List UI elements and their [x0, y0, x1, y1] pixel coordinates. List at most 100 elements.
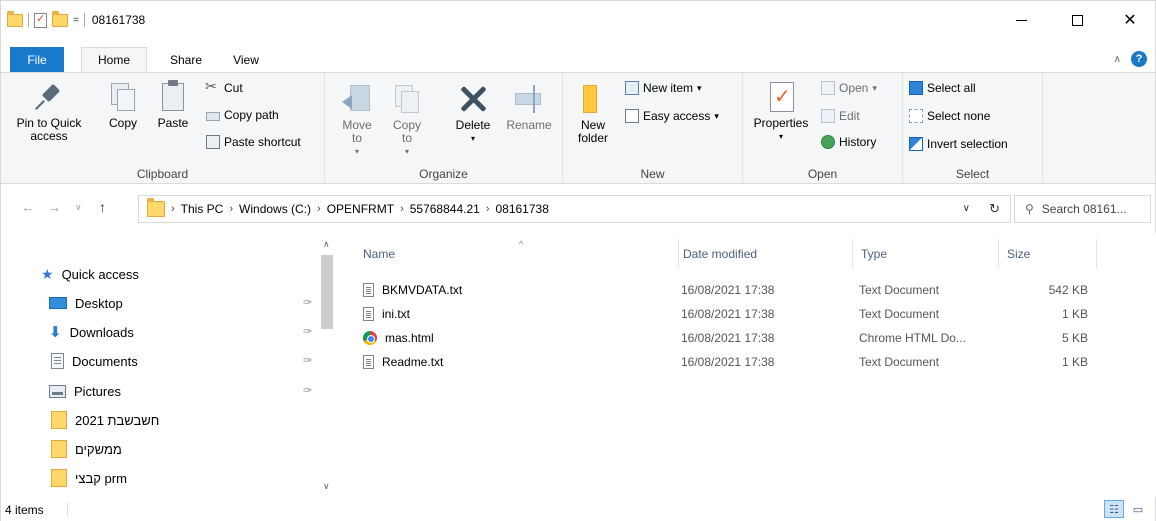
table-row[interactable]: BKMVDATA.txt 16/08/2021 17:38 Text Docum… — [361, 279, 1101, 303]
properties-qat-icon[interactable] — [34, 12, 47, 28]
maximize-button[interactable] — [1054, 1, 1100, 39]
address-dropdown-chevron-icon[interactable]: ∨ — [963, 203, 970, 214]
nav-item-pictures[interactable]: Pictures — [49, 380, 121, 402]
tab-view[interactable]: View — [223, 47, 269, 72]
file-name: BKMVDATA.txt — [382, 283, 463, 297]
file-name: ini.txt — [382, 307, 411, 321]
nav-item-folder-prm[interactable]: קבצי prm — [51, 467, 127, 489]
scroll-up-arrow-icon[interactable]: ∧ — [323, 239, 330, 250]
tab-share[interactable]: Share — [161, 47, 211, 72]
breadcrumb-separator-icon[interactable]: › — [486, 203, 490, 215]
select-none-button[interactable]: Select none — [909, 109, 990, 123]
breadcrumb-08161738[interactable]: 08161738 — [495, 202, 548, 216]
select-group-label: Select — [955, 167, 990, 181]
select-all-button[interactable]: Select all — [909, 81, 976, 95]
pin-icon[interactable]: ✑ — [303, 354, 312, 367]
file-type: Text Document — [859, 307, 940, 321]
scroll-down-arrow-icon[interactable]: ∨ — [323, 481, 330, 492]
breadcrumb-55768844-21[interactable]: 55768844.21 — [410, 202, 480, 216]
minimize-ribbon-icon[interactable]: ∧ — [1114, 54, 1121, 65]
pin-icon[interactable]: ✑ — [303, 384, 312, 397]
nav-item-desktop[interactable]: Desktop — [49, 292, 123, 314]
chevron-down-icon: ▾ — [354, 147, 359, 156]
breadcrumb-windows-c[interactable]: Windows (C:) — [239, 202, 311, 216]
minimize-button[interactable] — [998, 1, 1044, 39]
pin-icon — [35, 83, 63, 111]
cut-button[interactable]: Cut — [205, 78, 243, 95]
history-button[interactable]: History — [821, 135, 876, 149]
copy-icon — [109, 81, 137, 113]
edit-icon — [821, 109, 835, 123]
breadcrumb-openfrmt[interactable]: OPENFRMT — [327, 202, 394, 216]
search-input[interactable]: ⚲ Search 08161... — [1014, 195, 1151, 223]
pin-icon[interactable]: ✑ — [303, 325, 312, 338]
qat-customize-dropdown[interactable]: = — [73, 15, 79, 26]
breadcrumb-separator-icon[interactable]: › — [317, 203, 321, 215]
recent-locations-chevron-icon[interactable]: ∨ — [75, 202, 82, 213]
star-icon: ★ — [41, 265, 54, 282]
easy-access-button[interactable]: Easy access ▾ — [625, 109, 719, 123]
nav-item-folder-mimshakim[interactable]: ממשקים — [51, 438, 122, 460]
open-button[interactable]: Open ▾ — [821, 81, 877, 95]
properties-label: Properties — [753, 116, 809, 130]
close-button[interactable]: ✕ — [1107, 1, 1153, 39]
invert-selection-button[interactable]: Invert selection — [909, 137, 1008, 151]
large-icons-view-icon[interactable]: ▭ — [1128, 500, 1148, 518]
details-view-icon[interactable]: ☷ — [1104, 500, 1124, 518]
edit-button[interactable]: Edit — [821, 109, 860, 123]
new-item-button[interactable]: New item ▾ — [625, 81, 702, 95]
rename-button[interactable]: Rename — [501, 83, 557, 132]
tab-home[interactable]: Home — [81, 47, 147, 72]
up-arrow-icon[interactable]: ↑ — [99, 199, 106, 215]
paste-button[interactable]: Paste — [153, 79, 193, 130]
copy-button[interactable]: Copy — [103, 81, 143, 130]
breadcrumb-separator-icon[interactable]: › — [171, 203, 175, 215]
table-row[interactable]: ini.txt 16/08/2021 17:38 Text Document 1… — [361, 303, 1101, 327]
table-row[interactable]: Readme.txt 16/08/2021 17:38 Text Documen… — [361, 351, 1101, 375]
window-title: 08161738 — [91, 13, 146, 27]
delete-button[interactable]: Delete ▾ — [447, 83, 499, 145]
chevron-down-icon: ▾ — [872, 82, 877, 93]
properties-button[interactable]: ✓ Properties ▾ — [747, 81, 815, 143]
file-name-cell: mas.html — [363, 331, 434, 345]
paste-shortcut-label: Paste shortcut — [224, 135, 301, 149]
column-header-name[interactable]: Name ^ — [355, 239, 679, 269]
pin-to-quick-access-button[interactable]: Pin to Quick access — [11, 83, 87, 143]
new-folder-button[interactable]: New folder — [573, 83, 613, 145]
column-header-type[interactable]: Type — [853, 239, 999, 269]
pictures-icon — [49, 384, 66, 398]
file-name-cell: Readme.txt — [363, 355, 443, 369]
nav-scrollbar[interactable]: ∧ ∨ — [319, 233, 335, 497]
file-name: mas.html — [385, 331, 434, 345]
help-icon[interactable]: ? — [1131, 51, 1147, 67]
back-arrow-icon[interactable]: ← — [21, 199, 35, 215]
nav-item-documents[interactable]: Documents — [51, 350, 138, 372]
new-folder-qat-icon[interactable] — [52, 10, 68, 27]
file-date: 16/08/2021 17:38 — [681, 331, 775, 345]
breadcrumb-this-pc[interactable]: This PC — [181, 202, 224, 216]
quick-access-toolbar: = 08161738 — [7, 10, 145, 30]
forward-arrow-icon[interactable]: → — [47, 199, 61, 215]
refresh-icon[interactable]: ↻ — [989, 201, 1000, 217]
column-header-date-modified[interactable]: Date modified — [675, 239, 853, 269]
copy-to-button[interactable]: Copy to ▾ — [387, 83, 427, 158]
folder-icon — [147, 198, 165, 217]
paste-shortcut-button[interactable]: Paste shortcut — [206, 135, 301, 149]
address-bar[interactable]: › This PC › Windows (C:) › OPENFRMT › 55… — [138, 195, 1011, 223]
copy-path-button[interactable]: Copy path — [206, 108, 279, 122]
nav-item-folder-hashbashevet[interactable]: 2021 חשבשבת — [51, 409, 159, 431]
history-label: History — [839, 135, 877, 149]
breadcrumb-separator-icon[interactable]: › — [229, 203, 233, 215]
copy-to-label: Copy to — [392, 118, 421, 145]
nav-quick-access[interactable]: ★ Quick access — [41, 263, 139, 285]
pin-icon[interactable]: ✑ — [303, 296, 312, 309]
breadcrumb-separator-icon[interactable]: › — [400, 203, 404, 215]
nav-item-downloads[interactable]: ⬇ Downloads — [49, 321, 134, 343]
nav-scrollbar-thumb[interactable] — [321, 255, 333, 329]
ribbon-controls: ∧ ? — [1114, 51, 1147, 67]
column-header-size[interactable]: Size — [999, 239, 1097, 269]
nav-quick-access-label: Quick access — [61, 266, 139, 282]
table-row[interactable]: mas.html 16/08/2021 17:38 Chrome HTML Do… — [361, 327, 1101, 351]
tab-file[interactable]: File — [10, 47, 64, 72]
move-to-button[interactable]: Move to ▾ — [337, 83, 377, 158]
